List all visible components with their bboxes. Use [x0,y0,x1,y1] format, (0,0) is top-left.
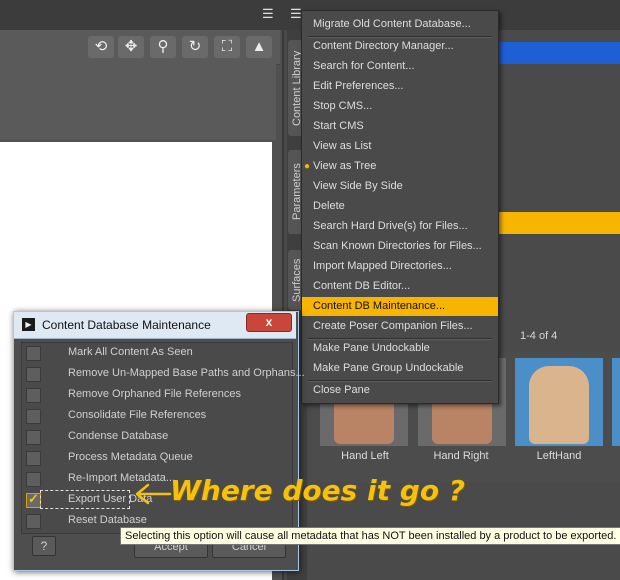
menu-item-content-db-maintenance[interactable]: Content DB Maintenance... [302,297,498,316]
menu-item-view-side-by-side[interactable]: View Side By Side [302,177,498,196]
pan-icon[interactable]: ✥ [118,36,144,58]
panel-menu-icon[interactable]: ☰ [262,7,276,20]
zoom-icon[interactable]: ⚲ [150,36,176,58]
checkbox-remove-orphaned-file-references[interactable] [26,388,41,403]
thumbnail-partial[interactable] [612,358,620,446]
pager-readout: 1-4 of 4 [520,330,558,342]
thumbnail-label: Hand Right [433,450,489,462]
annotation-text: Where does it go ? [170,474,466,507]
menu-item-search-hard-drives[interactable]: Search Hard Drive(s) for Files... [302,217,498,236]
hand-image [529,366,589,444]
dialog-title: Content Database Maintenance [42,318,211,332]
menu-item-scan-known-directories[interactable]: Scan Known Directories for Files... [302,237,498,256]
menu-item-delete[interactable]: Delete [302,197,498,216]
annotation-arrow-icon [135,483,172,505]
checkbox-reimport-metadata[interactable] [26,472,41,487]
camera-up-icon[interactable]: ▲ [246,36,272,58]
menu-item-content-directory-manager[interactable]: Content Directory Manager... [302,37,498,56]
menu-item-create-poser-companion-files[interactable]: Create Poser Companion Files... [302,317,498,336]
thumbnail-label: Hand Left [341,450,389,462]
help-button[interactable]: ? [32,536,56,556]
checkbox-process-metadata-queue[interactable] [26,451,41,466]
orbit-icon[interactable]: ⟲ [88,36,114,58]
menu-item-start-cms[interactable]: Start CMS [302,117,498,136]
dialog-close-button[interactable]: x [246,313,292,332]
menu-item-search-for-content[interactable]: Search for Content... [302,57,498,76]
highlighted-tree-row[interactable] [490,212,620,234]
checkbox-mark-all-content-as-seen[interactable] [26,346,41,361]
checkbox-reset-database[interactable] [26,514,41,529]
selected-tree-row[interactable] [490,42,620,64]
menu-item-migrate-old-content-database[interactable]: Migrate Old Content Database... [302,15,498,34]
viewport-header [0,64,276,140]
checkbox-remove-unmapped-base-paths[interactable] [26,367,41,382]
checkbox-export-user-data[interactable]: ✓ [26,491,41,508]
checkbox-consolidate-file-references[interactable] [26,409,41,424]
menu-item-view-as-tree[interactable]: View as Tree [302,157,498,176]
checkmark-icon: ✓ [28,491,39,506]
menu-item-close-pane[interactable]: Close Pane [302,381,498,400]
menu-item-make-pane-undockable[interactable]: Make Pane Undockable [302,339,498,358]
tooltip: Selecting this option will cause all met… [120,527,620,545]
thumbnail-lefthand[interactable] [515,358,603,446]
checkbox-condense-database[interactable] [26,430,41,445]
daz-app-icon: ▶ [22,318,35,331]
thumbnail-label: LeftHand [536,450,582,462]
menu-item-import-mapped-directories[interactable]: Import Mapped Directories... [302,257,498,276]
menu-item-view-as-list[interactable]: View as List [302,137,498,156]
pane-context-menu: Migrate Old Content Database... Content … [301,10,499,404]
frame-icon[interactable]: ⛶ [214,36,240,58]
menu-item-make-pane-group-undockable[interactable]: Make Pane Group Undockable [302,359,498,378]
menu-item-stop-cms[interactable]: Stop CMS... [302,97,498,116]
rotate-icon[interactable]: ↻ [182,36,208,58]
menu-item-content-db-editor[interactable]: Content DB Editor... [302,277,498,296]
menu-item-edit-preferences[interactable]: Edit Preferences... [302,77,498,96]
